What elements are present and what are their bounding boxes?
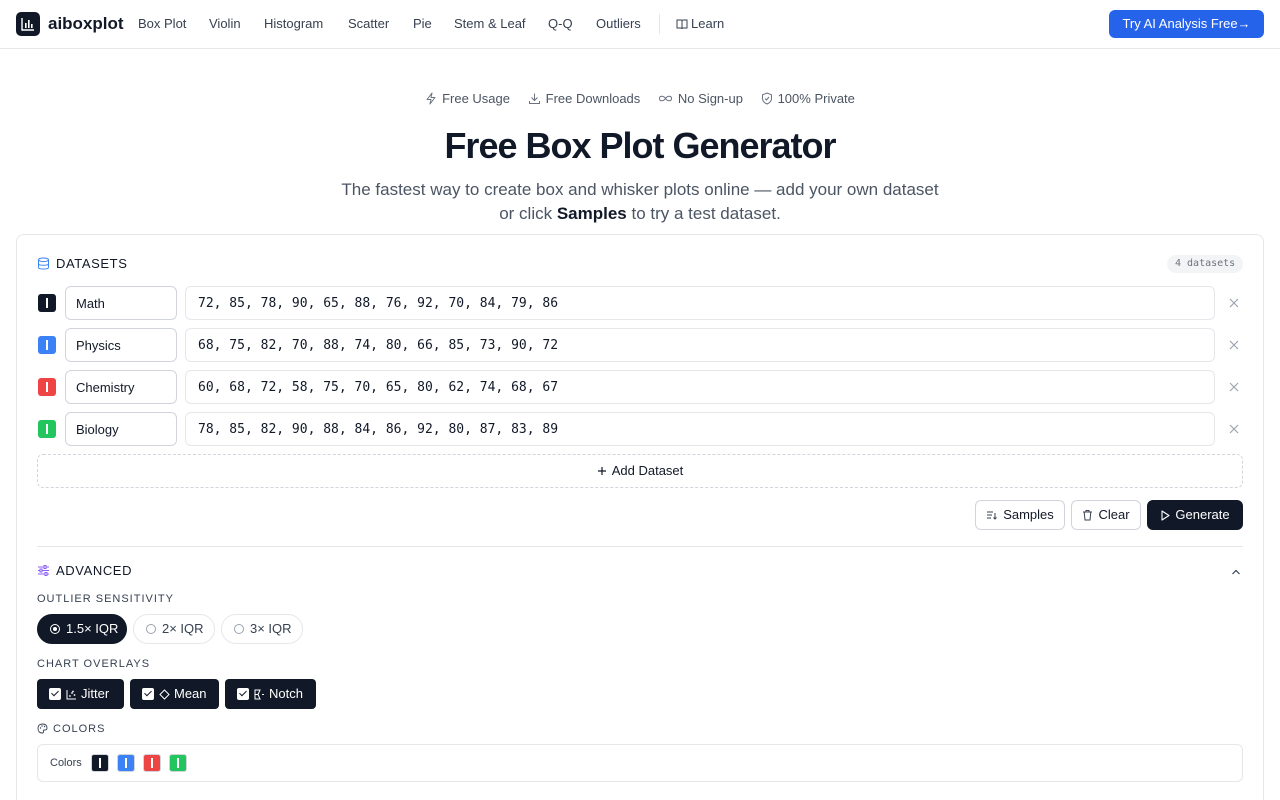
cta-label: Try AI Analysis Free xyxy=(1122,16,1238,31)
dataset-color-swatch[interactable] xyxy=(38,294,56,312)
book-icon xyxy=(676,19,688,30)
close-icon[interactable] xyxy=(1228,339,1240,351)
outlier-option-2-iqr[interactable]: 2× IQR xyxy=(133,614,215,644)
colors-panel: Colors xyxy=(37,744,1243,782)
dataset-row xyxy=(37,370,1247,404)
bolt-icon xyxy=(426,92,436,105)
close-icon[interactable] xyxy=(1228,381,1240,393)
close-icon[interactable] xyxy=(1228,297,1240,309)
database-icon xyxy=(38,257,49,270)
colors-label: COLORS xyxy=(37,722,105,736)
nav-item-histogram[interactable]: Histogram xyxy=(264,15,323,33)
dataset-color-swatch[interactable] xyxy=(38,336,56,354)
list-icon xyxy=(987,511,998,520)
generate-button[interactable]: Generate xyxy=(1147,500,1243,530)
dataset-name-input[interactable] xyxy=(65,412,177,446)
nav-item-stem-leaf[interactable]: Stem & Leaf xyxy=(454,15,526,33)
dataset-row xyxy=(37,412,1247,446)
top-nav: aiboxplot Box Plot Violin Histogram Scat… xyxy=(0,0,1280,49)
radio-icon xyxy=(146,624,156,634)
trash-icon xyxy=(1083,510,1093,521)
diamond-icon xyxy=(159,689,170,700)
plus-icon xyxy=(597,467,606,475)
checkbox-checked-icon xyxy=(237,688,249,700)
logo-icon[interactable] xyxy=(16,12,40,36)
section-divider xyxy=(37,546,1243,547)
nav-item-box-plot[interactable]: Box Plot xyxy=(138,15,186,33)
samples-button[interactable]: Samples xyxy=(975,500,1065,530)
dataset-row xyxy=(37,328,1247,362)
advanced-heading[interactable]: ADVANCED xyxy=(37,562,132,580)
nav-item-outliers[interactable]: Outliers xyxy=(596,15,641,33)
infinity-icon xyxy=(658,95,672,102)
download-icon xyxy=(528,93,540,104)
dataset-name-input[interactable] xyxy=(65,370,177,404)
color-swatch[interactable] xyxy=(117,754,135,772)
editor-card: DATASETS 4 datasets Add Dataset Samples … xyxy=(16,234,1264,800)
colors-inner-label: Colors xyxy=(50,757,82,769)
shield-icon xyxy=(761,92,772,105)
notch-icon xyxy=(254,689,264,700)
dataset-color-swatch[interactable] xyxy=(38,378,56,396)
chevron-up-icon[interactable] xyxy=(1230,566,1242,578)
try-ai-analysis-button[interactable]: Try AI Analysis Free→ xyxy=(1109,10,1264,38)
nav-item-violin[interactable]: Violin xyxy=(209,15,241,33)
dataset-count-badge: 4 datasets xyxy=(1167,255,1244,273)
dataset-name-input[interactable] xyxy=(65,328,177,362)
dataset-color-swatch[interactable] xyxy=(38,420,56,438)
page-title: Free Box Plot Generator xyxy=(444,125,836,166)
overlay-mean-toggle[interactable]: Mean xyxy=(130,679,219,709)
dataset-values-input[interactable] xyxy=(185,328,1215,362)
radio-icon xyxy=(234,624,244,634)
sliders-icon xyxy=(38,565,49,576)
samples-emphasis: Samples xyxy=(556,204,627,223)
palette-icon xyxy=(37,723,48,734)
checkbox-checked-icon xyxy=(142,688,154,700)
dataset-values-input[interactable] xyxy=(185,370,1215,404)
badge-private: 100% Private xyxy=(761,90,855,108)
badge-free-downloads: Free Downloads xyxy=(528,90,640,108)
nav-item-pie[interactable]: Pie xyxy=(413,15,432,33)
page-subtitle: The fastest way to create box and whiske… xyxy=(341,180,939,223)
chart-overlays-label: CHART OVERLAYS xyxy=(37,658,151,670)
clear-button[interactable]: Clear xyxy=(1071,500,1141,530)
outlier-sensitivity-label: OUTLIER SENSITIVITY xyxy=(37,593,174,605)
badge-free-usage: Free Usage xyxy=(425,90,510,108)
scatter-icon xyxy=(66,690,76,700)
nav-item-learn[interactable]: Learn xyxy=(676,15,724,33)
radio-selected-icon xyxy=(50,624,60,634)
close-icon[interactable] xyxy=(1228,423,1240,435)
nav-item-scatter[interactable]: Scatter xyxy=(348,15,389,33)
play-icon xyxy=(1161,510,1170,521)
color-swatch[interactable] xyxy=(91,754,109,772)
checkbox-checked-icon xyxy=(49,688,61,700)
add-dataset-button[interactable]: Add Dataset xyxy=(37,454,1243,488)
learn-label: Learn xyxy=(691,16,725,31)
color-swatch[interactable] xyxy=(143,754,161,772)
nav-item-qq[interactable]: Q-Q xyxy=(548,15,573,33)
brand-name[interactable]: aiboxplot xyxy=(48,13,124,35)
outlier-option-1-5-iqr[interactable]: 1.5× IQR xyxy=(37,614,127,644)
nav-divider xyxy=(659,14,660,34)
badge-no-signup: No Sign-up xyxy=(658,90,743,108)
arrow-right-icon: → xyxy=(1237,16,1251,31)
color-swatch[interactable] xyxy=(169,754,187,772)
dataset-values-input[interactable] xyxy=(185,412,1215,446)
dataset-values-input[interactable] xyxy=(185,286,1215,320)
datasets-heading: DATASETS xyxy=(37,255,128,273)
overlay-jitter-toggle[interactable]: Jitter xyxy=(37,679,124,709)
outlier-option-3-iqr[interactable]: 3× IQR xyxy=(221,614,303,644)
overlay-notch-toggle[interactable]: Notch xyxy=(225,679,316,709)
feature-badges: Free Usage Free Downloads No Sign-up 100… xyxy=(0,90,1280,108)
dataset-row xyxy=(37,286,1247,320)
dataset-name-input[interactable] xyxy=(65,286,177,320)
